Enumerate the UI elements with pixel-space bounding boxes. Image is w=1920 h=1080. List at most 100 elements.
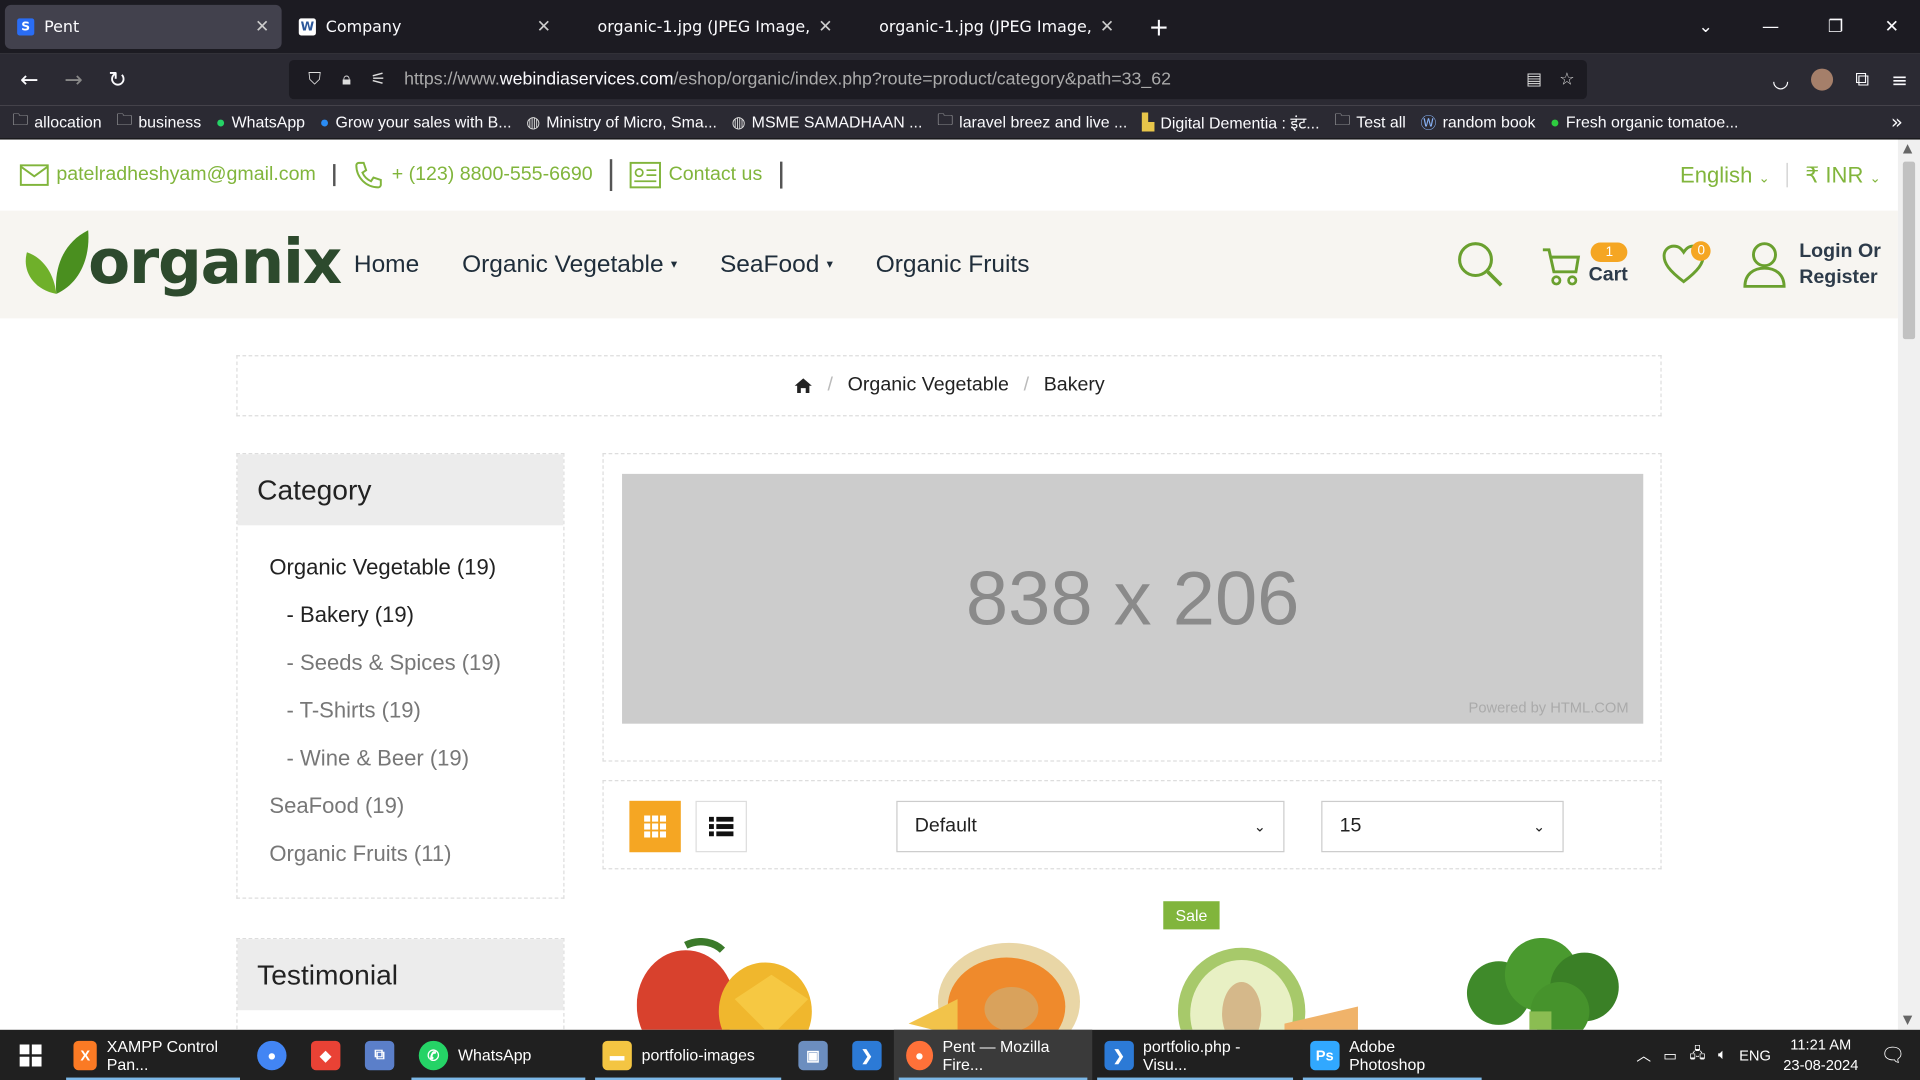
start-button[interactable]: [0, 1030, 61, 1080]
taskbar-item-xampp[interactable]: X XAMPP Control Pan...: [61, 1030, 245, 1080]
taskbar-item-whatsapp[interactable]: ✆ WhatsApp: [407, 1030, 591, 1080]
tab-list-chevron-icon[interactable]: ⌄: [1678, 17, 1734, 37]
page-scrollbar[interactable]: ▲ ▼: [1897, 139, 1920, 1030]
scroll-down-icon[interactable]: ▼: [1903, 1014, 1912, 1027]
window-close-icon[interactable]: ✕: [1864, 17, 1920, 37]
taskbar-item-anydesk[interactable]: ◆: [299, 1030, 353, 1080]
taskbar-item-vscode[interactable]: ❯: [840, 1030, 894, 1080]
tray-chevron-up-icon[interactable]: ︿: [1636, 1044, 1651, 1065]
taskbar-item-vscode-portfolio[interactable]: ❯ portfolio.php - Visu...: [1092, 1030, 1298, 1080]
battery-icon[interactable]: ▭: [1663, 1046, 1677, 1063]
site-logo[interactable]: organix: [20, 225, 342, 298]
category-item[interactable]: - Seeds & Spices (19): [287, 650, 501, 676]
bookmarks-overflow-icon[interactable]: »: [1891, 110, 1903, 133]
bookmark-item[interactable]: ◍ Ministry of Micro, Sma...: [526, 112, 717, 132]
grid-view-button[interactable]: [629, 800, 681, 853]
close-icon[interactable]: ✕: [537, 17, 551, 37]
mango-product-image[interactable]: [636, 938, 821, 1030]
nav-organic-vegetable[interactable]: Organic Vegetable ▾: [462, 250, 677, 278]
bookmark-item[interactable]: ● Fresh organic tomatoe...: [1550, 113, 1738, 131]
category-item-active[interactable]: - Bakery (19): [287, 602, 414, 628]
category-item[interactable]: Organic Vegetable (19): [269, 555, 496, 581]
taskbar-item-chrome[interactable]: ●: [245, 1030, 299, 1080]
email-link[interactable]: patelradheshyam@gmail.com: [19, 164, 336, 187]
back-arrow-icon[interactable]: ←: [7, 67, 51, 93]
bookmark-item[interactable]: 🗀︎ laravel breez and live ...: [937, 108, 1127, 135]
reload-icon[interactable]: ↻: [96, 67, 140, 93]
url-bar[interactable]: ⛉ 🔒︎ ⚟ https://www.webindiaservices.com/…: [288, 60, 1587, 100]
broccoli-product-image[interactable]: [1456, 937, 1634, 1030]
cart-button[interactable]: 1 Cart: [1542, 242, 1628, 286]
chevron-down-icon: ⌄: [1758, 170, 1770, 186]
bookmark-item[interactable]: 🗀︎ Test all: [1334, 108, 1406, 135]
category-title: Category: [237, 454, 564, 526]
network-tray-icon[interactable]: 🖧︎: [1689, 1042, 1705, 1068]
tab-pent[interactable]: S Pent ✕: [4, 4, 282, 49]
nav-seafood[interactable]: SeaFood ▾: [720, 250, 833, 278]
home-icon[interactable]: [793, 377, 813, 394]
category-item[interactable]: Organic Fruits (11): [269, 841, 451, 867]
close-icon[interactable]: ✕: [255, 17, 269, 37]
bookmark-item[interactable]: ▙ Digital Dementia : इंट...: [1142, 111, 1320, 133]
language-indicator[interactable]: ENG: [1739, 1046, 1771, 1063]
nav-home[interactable]: Home: [354, 250, 419, 278]
bookmark-item[interactable]: 🗀︎ allocation: [12, 108, 101, 135]
currency-dropdown[interactable]: ₹ INR ⌄: [1805, 162, 1881, 188]
list-view-button[interactable]: [695, 800, 747, 853]
hamburger-menu-icon[interactable]: ≡: [1891, 68, 1907, 91]
honeydew-product-image[interactable]: [1174, 938, 1364, 1030]
category-item[interactable]: - Wine & Beer (19): [287, 746, 470, 772]
login-text: Login Or: [1799, 241, 1881, 263]
limit-select[interactable]: 15 ⌄: [1321, 800, 1564, 853]
category-item[interactable]: SeaFood (19): [269, 793, 404, 819]
phone-icon: [355, 161, 382, 189]
bookmark-item[interactable]: ◍ MSME SAMADHAAN ...: [732, 112, 923, 132]
login-register-link[interactable]: Login Or Register: [1743, 239, 1881, 290]
taskbar-item-photoshop[interactable]: Ps Adobe Photoshop: [1298, 1030, 1487, 1080]
bookmark-item[interactable]: 🗀︎ business: [116, 108, 201, 135]
restore-icon[interactable]: ❐: [1807, 17, 1863, 37]
new-tab-plus-icon[interactable]: +: [1149, 12, 1170, 41]
bookmark-item[interactable]: ● WhatsApp: [216, 113, 305, 131]
permissions-icon[interactable]: ⚟: [362, 70, 394, 90]
url-text[interactable]: https://www.webindiaservices.com/eshop/o…: [404, 70, 1171, 90]
lock-icon[interactable]: 🔒︎: [331, 70, 363, 90]
bookmark-item[interactable]: ● Grow your sales with B...: [320, 113, 512, 131]
windows-logo-icon: [19, 1043, 42, 1066]
cantaloupe-product-image[interactable]: [908, 938, 1087, 1030]
nav-organic-fruits[interactable]: Organic Fruits: [876, 250, 1030, 278]
search-icon[interactable]: [1456, 240, 1505, 289]
sort-select[interactable]: Default ⌄: [896, 800, 1285, 853]
taskbar-item-network[interactable]: ⧉: [353, 1030, 407, 1080]
taskbar-item-portfolio-images[interactable]: ▬ portfolio-images: [590, 1030, 786, 1080]
minimize-icon[interactable]: —: [1734, 17, 1807, 37]
bookmark-star-icon[interactable]: ☆: [1559, 70, 1574, 90]
breadcrumb-item[interactable]: Organic Vegetable: [848, 375, 1009, 397]
folder-icon: 🗀︎: [12, 109, 29, 128]
tab-organic-image-2[interactable]: organic-1.jpg (JPEG Image, 1920 × ✕: [850, 5, 1127, 49]
account-avatar-icon[interactable]: [1811, 68, 1834, 91]
extensions-puzzle-icon[interactable]: ⧉: [1855, 67, 1869, 91]
wishlist-button[interactable]: 0: [1662, 241, 1712, 286]
clock[interactable]: 11:21 AM 23-08-2024: [1783, 1034, 1858, 1076]
tab-company[interactable]: W Company ✕: [287, 5, 564, 49]
close-icon[interactable]: ✕: [1100, 17, 1114, 37]
pocket-icon[interactable]: ◡: [1772, 68, 1789, 91]
shield-icon[interactable]: ⛉: [299, 70, 331, 90]
forward-arrow-icon[interactable]: →: [51, 67, 95, 93]
notifications-icon[interactable]: 🗨︎: [1880, 1043, 1905, 1067]
tab-organic-image-1[interactable]: organic-1.jpg (JPEG Image, 1920 × ✕: [568, 5, 845, 49]
scrollbar-thumb[interactable]: [1902, 161, 1916, 340]
scroll-up-icon[interactable]: ▲: [1903, 142, 1912, 155]
breadcrumb-current[interactable]: Bakery: [1044, 375, 1105, 397]
taskbar-item-clipboard[interactable]: ▣: [786, 1030, 840, 1080]
phone-link[interactable]: + (123) 8800-555-6690: [353, 159, 613, 192]
volume-icon[interactable]: 🔈︎: [1718, 1046, 1727, 1064]
category-item[interactable]: - T-Shirts (19): [287, 698, 421, 724]
reader-view-icon[interactable]: ▤: [1526, 70, 1542, 90]
taskbar-item-firefox[interactable]: ● Pent — Mozilla Fire...: [893, 1029, 1093, 1080]
contact-link[interactable]: Contact us: [629, 161, 782, 189]
close-icon[interactable]: ✕: [818, 17, 832, 37]
language-dropdown[interactable]: English ⌄: [1680, 162, 1770, 188]
bookmark-item[interactable]: Ⓦrandom book: [1421, 110, 1536, 133]
